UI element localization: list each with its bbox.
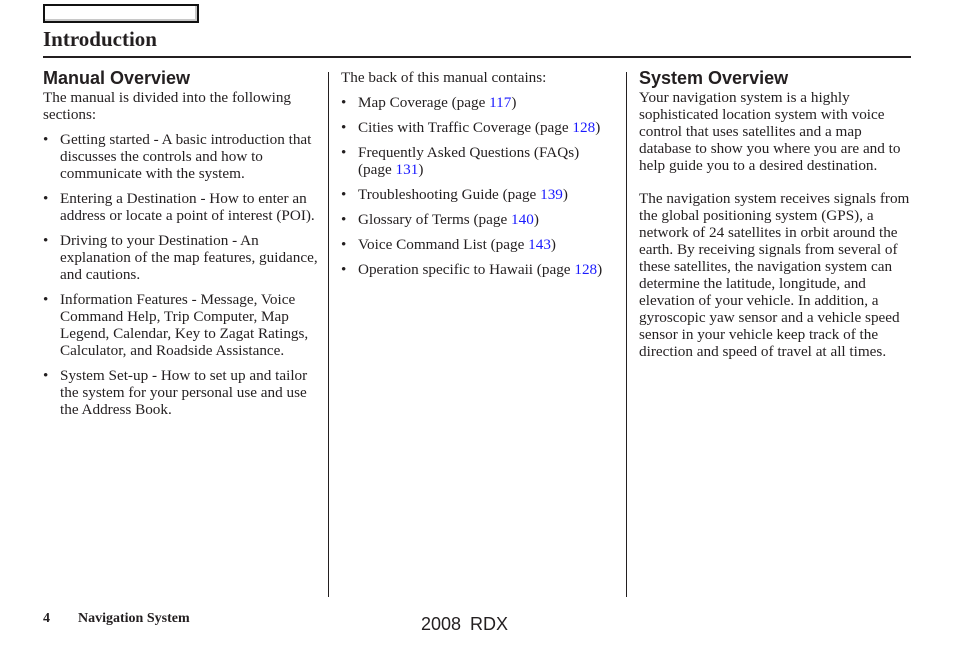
page-link[interactable]: 140	[511, 211, 534, 228]
bullet-icon: •	[43, 291, 49, 308]
bullet-icon: •	[341, 94, 347, 111]
page-number: 4	[43, 611, 50, 626]
list-item: • Driving to your Destination - An explan…	[43, 232, 318, 283]
list-item: • System Set-up - How to set up and tailo…	[43, 367, 308, 418]
intro-text: The manual is divided into the following…	[43, 89, 292, 123]
bullet-icon: •	[341, 119, 347, 136]
bullet-icon: •	[43, 131, 49, 148]
page-link[interactable]: 131	[396, 161, 419, 178]
list-item: • Frequently Asked Questions (FAQs) (page…	[341, 144, 580, 178]
list-item: • Map Coverage (page 117)	[341, 94, 517, 111]
page-link[interactable]: 143	[528, 236, 551, 253]
page-link[interactable]: 139	[540, 186, 563, 203]
intro-text: The back of this manual contains:	[341, 69, 547, 86]
sections-list: • Getting started - A basic introduction …	[43, 131, 318, 418]
manual-overview-column: Manual Overview The manual is divided in…	[43, 67, 318, 426]
bullet-icon: •	[43, 232, 49, 249]
list-item: • Entering a Destination - How to enter a…	[43, 190, 315, 224]
section-tab-box	[43, 4, 199, 23]
body-paragraph: The navigation system receives signals f…	[639, 190, 910, 360]
list-item: • Glossary of Terms (page 140)	[341, 211, 539, 228]
bullet-icon: •	[341, 261, 347, 278]
page-link[interactable]: 117	[489, 94, 511, 111]
list-item: • Troubleshooting Guide (page 139)	[341, 186, 568, 203]
bullet-icon: •	[341, 236, 347, 253]
contents-list: • Map Coverage (page 117) • Cities with Tr…	[341, 94, 616, 278]
bullet-icon: •	[341, 186, 347, 203]
list-item: • Getting started - A basic introduction …	[43, 131, 312, 182]
bullet-icon: •	[43, 367, 49, 384]
list-item: • Operation specific to Hawaii (page 128)	[341, 261, 603, 278]
system-overview-column: System Overview Your navigation system i…	[639, 67, 914, 360]
list-item: • Voice Command List (page 143)	[341, 236, 556, 253]
list-item: • Information Features - Message, Voice C…	[43, 291, 309, 359]
section-heading: System Overview	[639, 68, 789, 88]
footer-section-title: Navigation System	[78, 611, 190, 626]
page-link[interactable]: 128	[574, 261, 597, 278]
bullet-icon: •	[341, 144, 347, 161]
page-link[interactable]: 128	[572, 119, 595, 136]
section-heading: Manual Overview	[43, 68, 191, 88]
column-divider	[328, 72, 329, 597]
footer-model-label: 2008 RDX	[421, 614, 509, 634]
body-paragraph: Your navigation system is a highly sophi…	[639, 89, 901, 174]
page-title: Introduction	[43, 27, 157, 51]
column-divider	[626, 72, 627, 597]
bullet-icon: •	[341, 211, 347, 228]
list-item: • Cities with Traffic Coverage (page 128)	[341, 119, 601, 136]
back-contents-column: The back of this manual contains: • Map C…	[341, 69, 616, 286]
title-divider	[43, 56, 911, 58]
bullet-icon: •	[43, 190, 49, 207]
